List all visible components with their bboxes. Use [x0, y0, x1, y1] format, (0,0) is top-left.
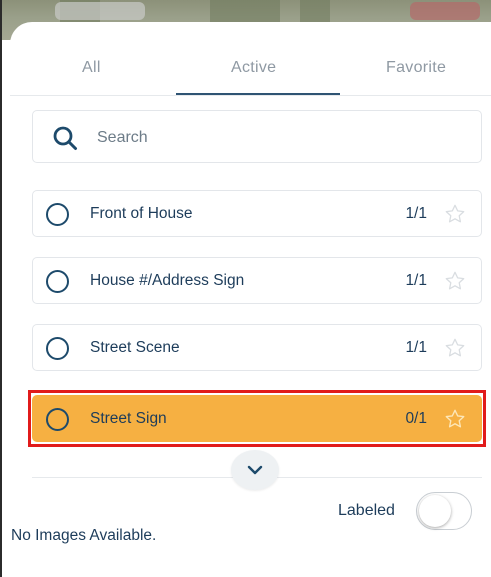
- item-label: Street Scene: [90, 339, 180, 356]
- active-tab-indicator: [176, 93, 340, 95]
- no-images-message: No Images Available.: [11, 527, 157, 544]
- item-count: 0/1: [405, 410, 427, 427]
- chevron-down-icon: [247, 465, 263, 475]
- star-outline-icon[interactable]: [444, 270, 466, 292]
- search-box[interactable]: [32, 110, 482, 163]
- radio-icon[interactable]: [46, 270, 69, 293]
- list-item-street-scene[interactable]: Street Scene 1/1: [32, 324, 482, 371]
- star-outline-icon[interactable]: [444, 408, 466, 430]
- search-icon: [53, 126, 77, 150]
- list-item-house-address-sign[interactable]: House #/Address Sign 1/1: [32, 257, 482, 304]
- toggle-knob: [419, 495, 451, 527]
- expand-button[interactable]: [231, 450, 279, 490]
- tab-all[interactable]: All: [82, 59, 101, 77]
- item-count: 1/1: [405, 272, 427, 289]
- star-outline-icon[interactable]: [444, 203, 466, 225]
- list-item-street-sign[interactable]: Street Sign 0/1: [32, 395, 482, 442]
- radio-icon[interactable]: [46, 337, 69, 360]
- labeled-toggle[interactable]: [416, 492, 472, 530]
- bottom-sheet: All Active Favorite Front of House 1/1 H…: [10, 22, 491, 577]
- item-label: House #/Address Sign: [90, 272, 245, 289]
- search-input[interactable]: [97, 127, 457, 149]
- star-outline-icon[interactable]: [444, 337, 466, 359]
- item-count: 1/1: [405, 205, 427, 222]
- window-edge: [0, 0, 2, 577]
- list-item-front-of-house[interactable]: Front of House 1/1: [32, 190, 482, 237]
- item-count: 1/1: [405, 339, 427, 356]
- labeled-label: Labeled: [338, 502, 395, 519]
- tab-bar: All Active Favorite: [10, 22, 491, 96]
- radio-icon[interactable]: [46, 203, 69, 226]
- radio-icon[interactable]: [46, 408, 69, 431]
- tab-active[interactable]: Active: [231, 59, 276, 77]
- item-label: Street Sign: [90, 410, 167, 427]
- tab-favorite[interactable]: Favorite: [386, 59, 446, 77]
- item-label: Front of House: [90, 205, 193, 222]
